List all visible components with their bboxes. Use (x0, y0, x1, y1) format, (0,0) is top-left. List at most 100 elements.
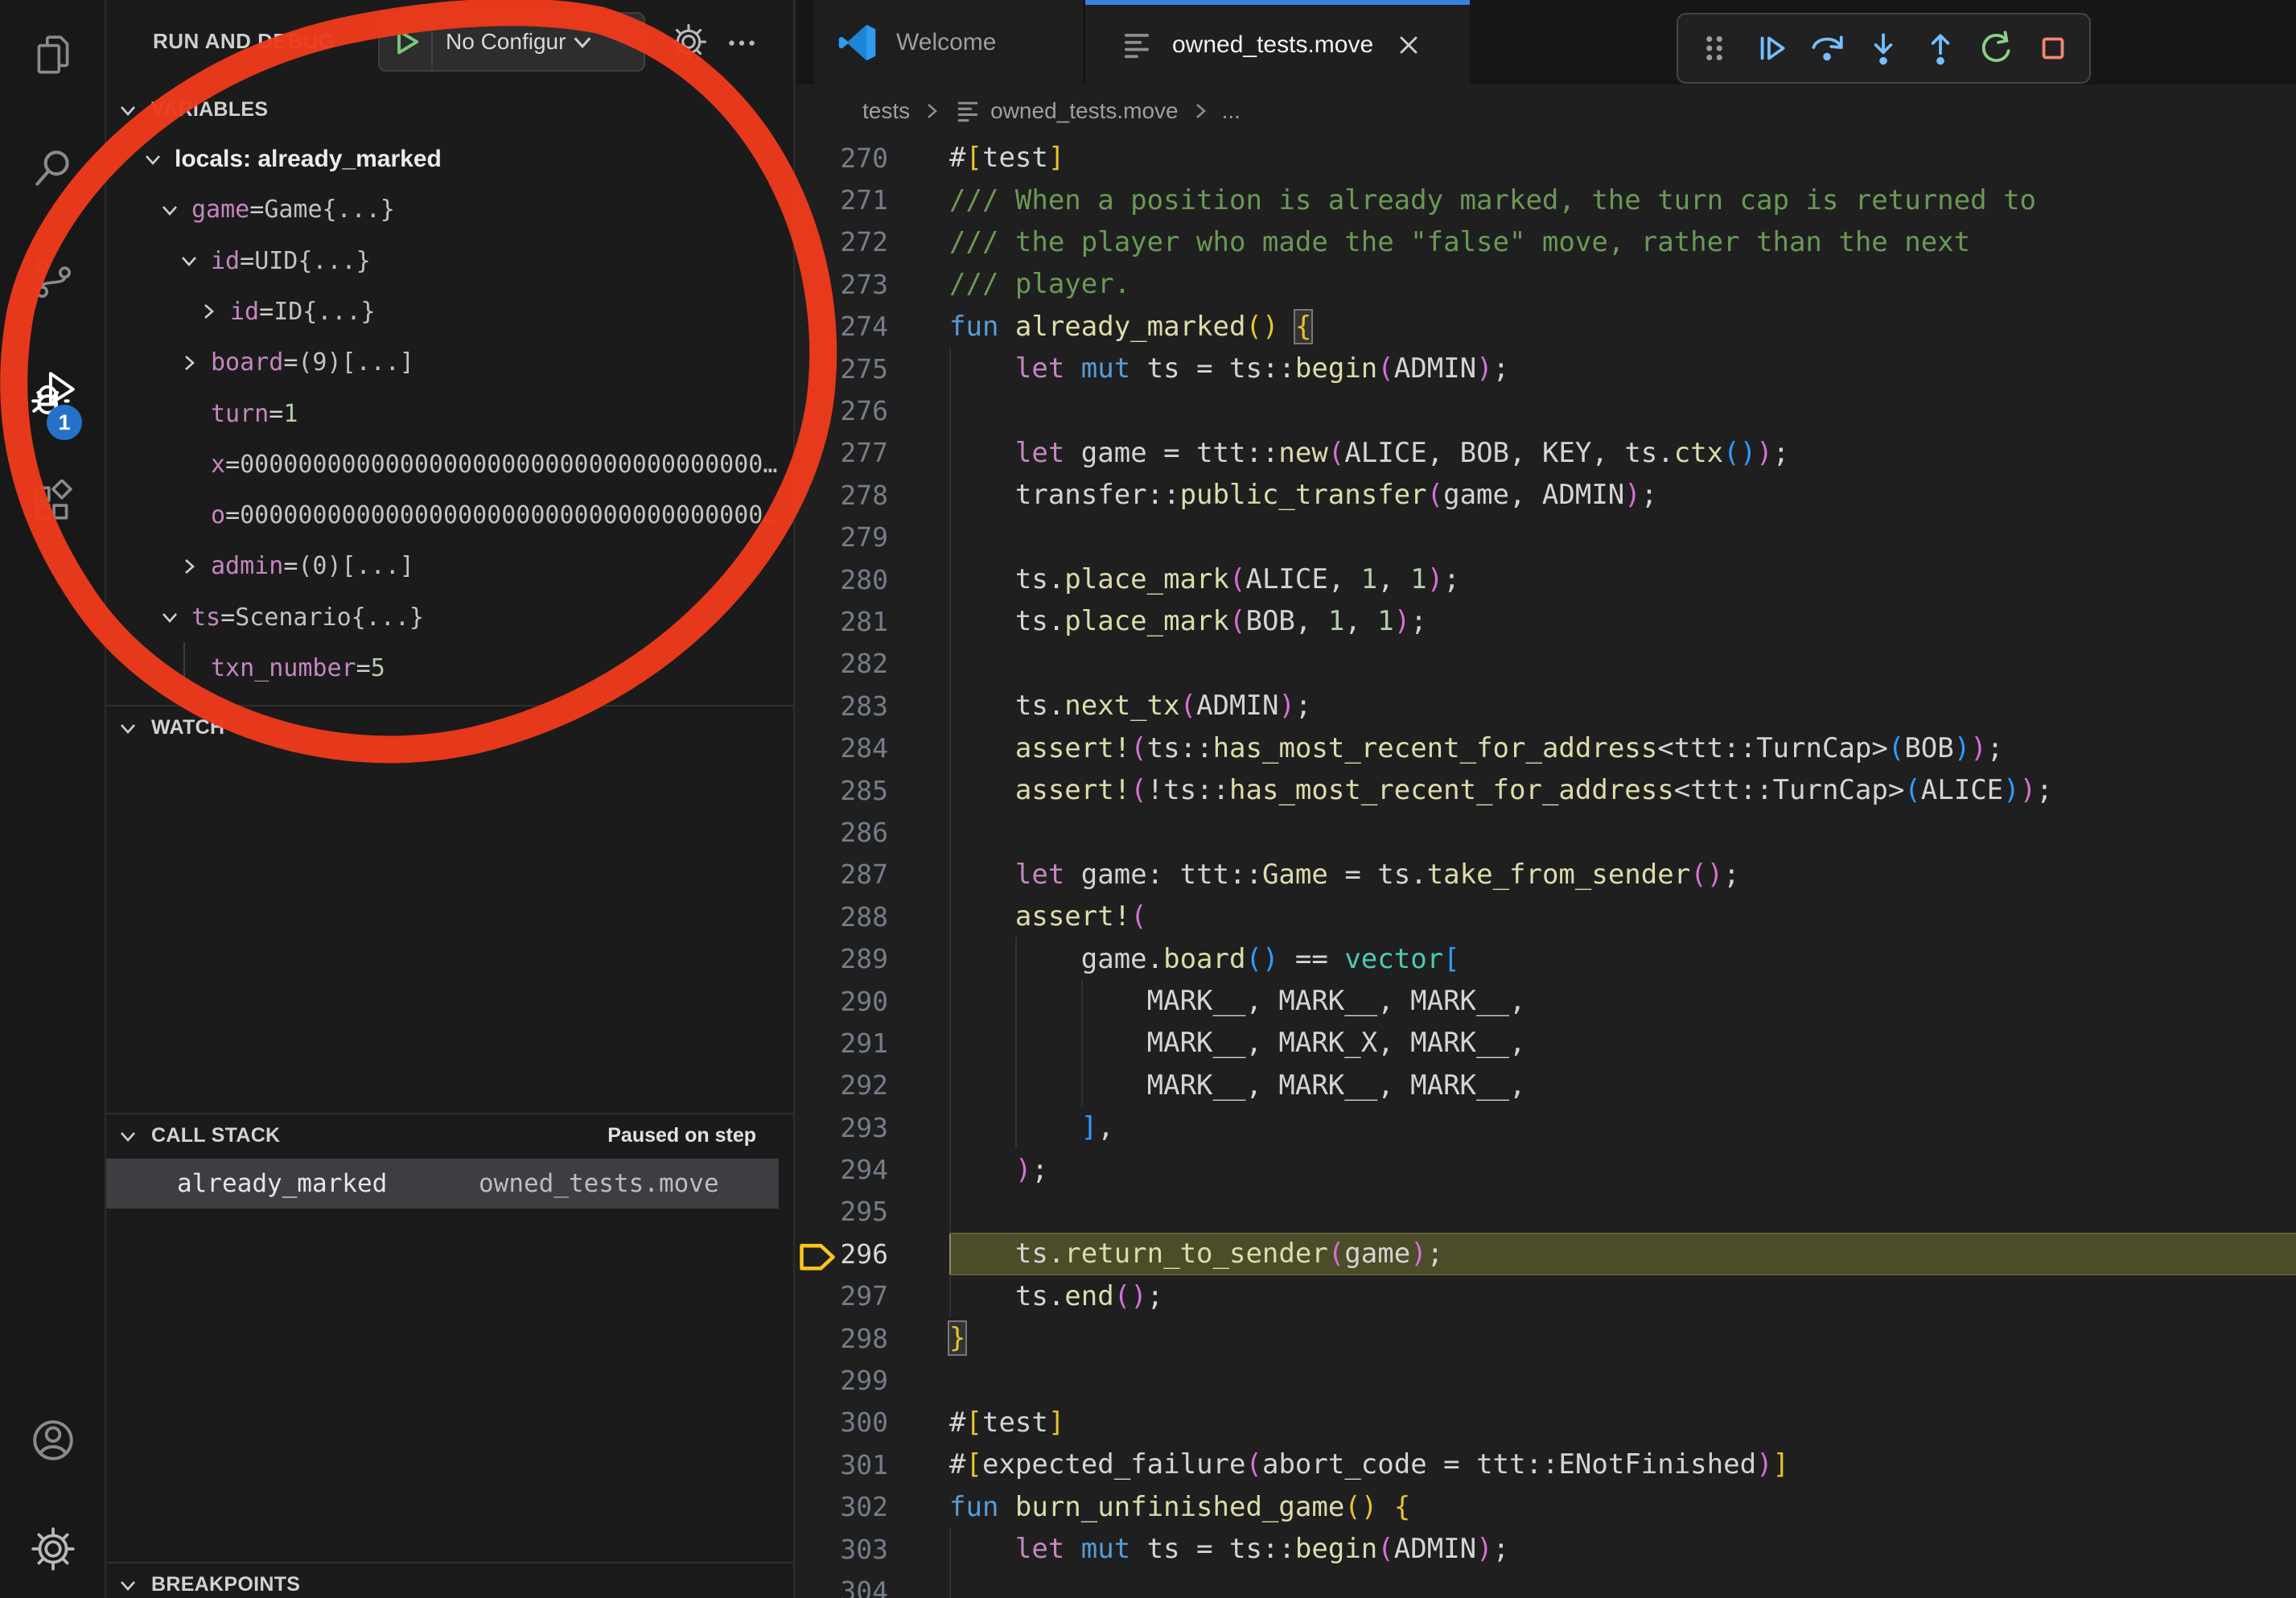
line-number[interactable]: 271 (838, 184, 888, 216)
code-line[interactable]: 302fun burn_unfinished_game() { (796, 1486, 2296, 1528)
code-text[interactable]: #[test] (949, 137, 2296, 179)
line-number[interactable]: 297 (838, 1280, 888, 1312)
code-text[interactable]: MARK__, MARK__, MARK__, (949, 1065, 2296, 1106)
gear-icon[interactable] (669, 23, 708, 61)
line-number[interactable]: 300 (838, 1406, 888, 1438)
line-number[interactable]: 285 (838, 775, 888, 806)
code-line[interactable]: 290 MARK__, MARK__, MARK__, (796, 980, 2296, 1022)
code-line[interactable]: 280 ts.place_mark(ALICE, 1, 1); (796, 558, 2296, 600)
drag-handle-button[interactable] (1695, 29, 1734, 68)
code-text[interactable] (949, 389, 2296, 431)
code-text[interactable]: ); (949, 1148, 2296, 1190)
step-into-button[interactable] (1864, 29, 1903, 68)
line-number[interactable]: 281 (838, 606, 888, 637)
line-number[interactable]: 299 (838, 1365, 888, 1396)
chevron-right-icon[interactable] (179, 352, 200, 373)
variable-row[interactable]: txn_number = 5 (106, 643, 779, 694)
line-number[interactable]: 273 (838, 269, 888, 300)
code-text[interactable] (949, 1359, 2296, 1401)
line-number[interactable]: 304 (838, 1575, 888, 1598)
chevron-down-icon[interactable] (179, 250, 200, 271)
variable-row[interactable]: id = ID{...} (106, 286, 779, 337)
code-text[interactable]: /// When a position is already marked, t… (949, 179, 2296, 220)
line-number[interactable]: 277 (838, 437, 888, 468)
line-number[interactable]: 287 (838, 859, 888, 890)
code-text[interactable]: ts.return_to_sender(game); (949, 1233, 2296, 1275)
line-number[interactable]: 274 (838, 311, 888, 342)
call-stack-frame[interactable]: already_marked owned_tests.move (106, 1159, 779, 1209)
variable-row[interactable]: turn = 1 (106, 389, 779, 439)
code-text[interactable]: /// player. (949, 263, 2296, 305)
code-line[interactable]: 298} (796, 1317, 2296, 1359)
code-line[interactable]: 279 (796, 517, 2296, 558)
code-text[interactable]: ts.place_mark(BOB, 1, 1); (949, 600, 2296, 642)
line-number[interactable]: 289 (838, 943, 888, 974)
code-line[interactable]: 273 /// player. (796, 263, 2296, 305)
code-text[interactable]: let game = ttt::new(ALICE, BOB, KEY, ts.… (949, 432, 2296, 474)
code-text[interactable]: assert!(ts::has_most_recent_for_address<… (949, 727, 2296, 768)
code-line[interactable]: 286 (796, 811, 2296, 853)
debug-stackframe-icon[interactable] (796, 1233, 838, 1275)
line-number[interactable]: 295 (838, 1196, 888, 1227)
code-line[interactable]: 299 (796, 1359, 2296, 1401)
breadcrumb-item-tests[interactable]: tests (862, 98, 910, 124)
debug-config-dropdown[interactable]: No Configur (378, 12, 645, 72)
activity-search[interactable] (30, 145, 76, 192)
code-line[interactable]: 288 assert!( (796, 896, 2296, 937)
code-text[interactable]: let mut ts = ts::begin(ADMIN); (949, 348, 2296, 389)
variables-section-header[interactable]: VARIABLES (106, 89, 793, 132)
variable-row[interactable]: o = 000000000000000000000000000000000000… (106, 490, 779, 541)
variable-row[interactable]: board = (9)[...] (106, 337, 779, 388)
chevron-right-icon[interactable] (198, 301, 219, 322)
activity-source-control[interactable] (30, 255, 76, 302)
code-line[interactable]: 301#[expected_failure(abort_code = ttt::… (796, 1444, 2296, 1485)
stop-button[interactable] (2034, 29, 2072, 68)
step-over-button[interactable] (1808, 29, 1846, 68)
code-line[interactable]: 287 let game: ttt::Game = ts.take_from_s… (796, 854, 2296, 896)
code-line[interactable]: 275 let mut ts = ts::begin(ADMIN); (796, 348, 2296, 389)
code-text[interactable]: ts.next_tx(ADMIN); (949, 685, 2296, 727)
variable-row[interactable]: admin = (0)[...] (106, 541, 779, 591)
line-number[interactable]: 278 (838, 480, 888, 511)
code-line[interactable]: 294 ); (796, 1148, 2296, 1190)
code-line[interactable]: 284 assert!(ts::has_most_recent_for_addr… (796, 727, 2296, 768)
code-line[interactable]: 291 MARK__, MARK_X, MARK__, (796, 1022, 2296, 1064)
code-line[interactable]: 300 #[test] (796, 1402, 2296, 1444)
code-line[interactable]: 292 MARK__, MARK__, MARK__, (796, 1065, 2296, 1106)
code-text[interactable]: MARK__, MARK__, MARK__, (949, 980, 2296, 1022)
code-text[interactable]: } (949, 1317, 2296, 1359)
line-number[interactable]: 302 (838, 1491, 888, 1522)
line-number[interactable]: 303 (838, 1534, 888, 1565)
activity-account[interactable] (30, 1417, 76, 1464)
step-out-button[interactable] (1921, 29, 1960, 68)
continue-button[interactable] (1751, 29, 1790, 68)
code-text[interactable]: ts.place_mark(ALICE, 1, 1); (949, 558, 2296, 600)
code-text[interactable] (949, 1191, 2296, 1233)
line-number[interactable]: 298 (838, 1323, 888, 1354)
code-line[interactable]: 295 (796, 1191, 2296, 1233)
code-text[interactable]: #[test] (949, 1402, 2296, 1444)
chevron-down-icon[interactable] (142, 149, 163, 170)
variable-row[interactable]: ts = Scenario{...} (106, 592, 779, 643)
code-line[interactable]: 272/// the player who made the "false" m… (796, 221, 2296, 263)
activity-settings[interactable] (30, 1526, 76, 1572)
more-actions-icon[interactable] (722, 24, 761, 60)
activity-explorer[interactable] (30, 32, 76, 79)
line-number[interactable]: 282 (838, 648, 888, 679)
chevron-right-icon[interactable] (179, 556, 200, 577)
tab-welcome[interactable]: Welcome (814, 0, 1085, 84)
code-line[interactable]: 270#[test] (796, 137, 2296, 179)
breadcrumb-item-file[interactable]: owned_tests.move (990, 98, 1178, 124)
line-number[interactable]: 279 (838, 521, 888, 553)
line-number[interactable]: 275 (838, 353, 888, 385)
breadcrumb-item-symbol[interactable]: ... (1222, 98, 1241, 124)
code-text[interactable]: ts.end(); (949, 1275, 2296, 1317)
code-line[interactable]: 271 /// When a position is already marked… (796, 179, 2296, 220)
line-number[interactable]: 296 (838, 1238, 888, 1270)
code-text[interactable]: let game: ttt::Game = ts.take_from_sende… (949, 854, 2296, 896)
code-text[interactable]: #[expected_failure(abort_code = ttt::ENo… (949, 1444, 2296, 1485)
code-line[interactable]: 297 ts.end(); (796, 1275, 2296, 1317)
code-text[interactable]: let mut ts = ts::begin(ADMIN); (949, 1528, 2296, 1570)
chevron-down-icon[interactable] (159, 200, 180, 220)
code-text[interactable]: assert!(!ts::has_most_recent_for_address… (949, 769, 2296, 811)
